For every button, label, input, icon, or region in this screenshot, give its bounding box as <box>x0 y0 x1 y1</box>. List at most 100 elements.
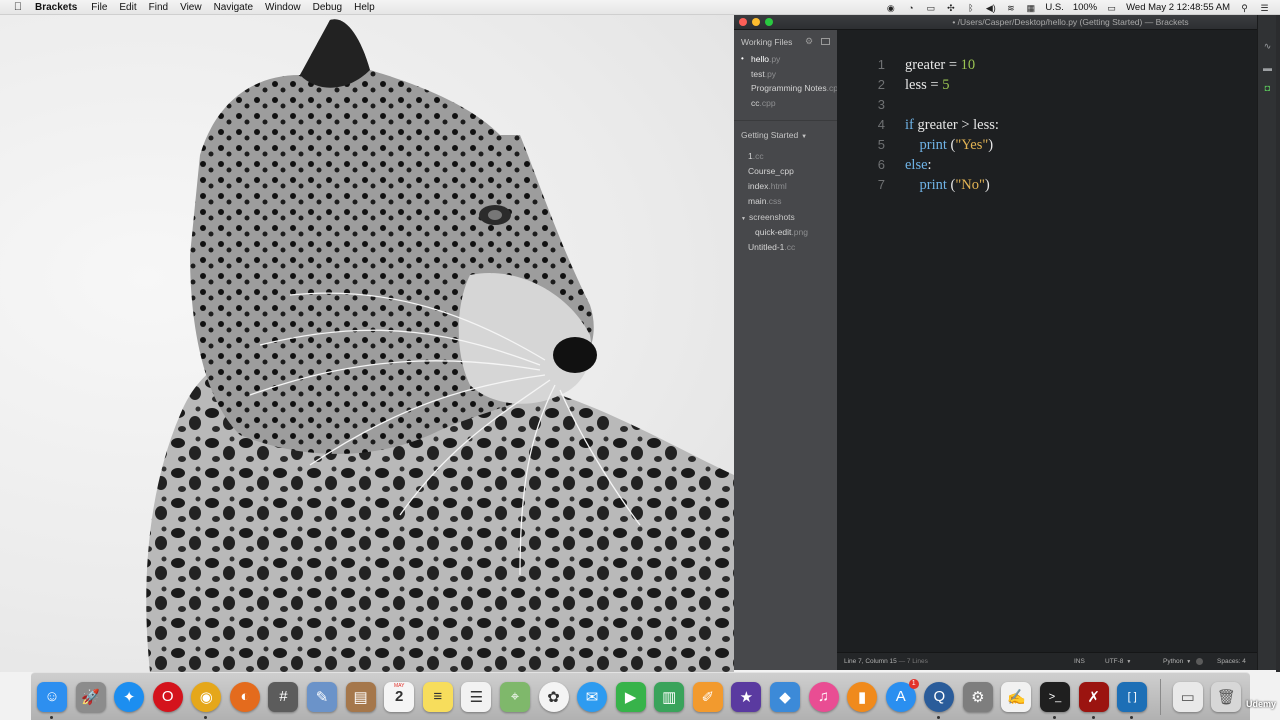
code-editor[interactable]: 1 greater = 10 2 less = 5 3 4 if greater > les… <box>837 30 1257 652</box>
working-file-item[interactable]: test.py <box>734 67 837 82</box>
tree-file-item[interactable]: quick-edit.png <box>734 225 837 240</box>
dock-messages-icon[interactable]: ✉ <box>577 681 608 712</box>
menu-debug[interactable]: Debug <box>313 2 342 13</box>
airplay-icon[interactable]: ▭ <box>925 3 936 13</box>
battery-icon[interactable]: ▭ <box>1106 3 1117 13</box>
menu-edit[interactable]: Edit <box>119 2 136 13</box>
title-bar[interactable]: • /Users/Casper/Desktop/hello.py (Gettin… <box>734 15 1257 30</box>
language-select[interactable]: Python ▼ <box>1163 658 1191 665</box>
insert-mode-toggle[interactable]: INS <box>1074 658 1085 665</box>
code-line[interactable]: 5 print ("Yes") <box>837 135 1257 155</box>
menu-navigate[interactable]: Navigate <box>214 2 253 13</box>
dock-brackets-icon[interactable]: [ ] <box>1117 681 1148 719</box>
right-toolbar: ∿ ▬ ◘ <box>1257 15 1276 670</box>
code-line[interactable]: 2 less = 5 <box>837 75 1257 95</box>
cursor-position[interactable]: Line 7, Column 15 — 7 Lines <box>844 658 928 665</box>
menu-help[interactable]: Help <box>354 2 375 13</box>
volume-icon[interactable]: ◀) <box>985 3 996 13</box>
gear-icon[interactable]: ⚙ <box>805 37 813 46</box>
dock-pages-icon[interactable]: ✐ <box>692 681 723 712</box>
live-preview-icon[interactable]: ∿ <box>1262 41 1273 51</box>
dock-textedit-icon[interactable]: ✍ <box>1001 681 1032 712</box>
code-line[interactable]: 6 else: <box>837 155 1257 175</box>
working-file-item[interactable]: hello.py <box>734 52 837 67</box>
dock-preview-icon[interactable]: ✎ <box>307 681 338 712</box>
tree-file-item[interactable]: main.css <box>734 194 837 209</box>
dock-finder-icon[interactable]: ☺ <box>37 681 67 719</box>
extension-manager-icon[interactable]: ▬ <box>1262 63 1273 73</box>
dock-notes-icon[interactable]: ≡ <box>422 681 453 712</box>
flag-icon[interactable]: ▦ <box>1025 3 1036 13</box>
dock-firefox-icon[interactable]: ◐ <box>229 681 260 712</box>
record-icon[interactable]: ◉ <box>885 3 896 13</box>
dock-chrome-icon[interactable]: ◉ <box>191 681 222 719</box>
dock-opera-icon[interactable]: O <box>152 681 183 712</box>
line-number[interactable]: 7 <box>837 175 885 195</box>
code-line[interactable]: 7 print ("No") <box>837 175 1257 195</box>
tree-folder-item[interactable]: ▼ screenshots <box>734 210 837 225</box>
dock-calculator-icon[interactable]: # <box>268 681 299 712</box>
menu-file[interactable]: File <box>91 2 107 13</box>
dock-system-preferences-icon[interactable]: ⚙ <box>962 681 993 712</box>
dock-downloads-stack-icon[interactable]: ▭ <box>1172 681 1203 712</box>
tree-file-item[interactable]: 1.cc <box>734 149 837 164</box>
line-number[interactable]: 2 <box>837 75 885 95</box>
menu-find[interactable]: Find <box>149 2 168 13</box>
menu-app-name[interactable]: Brackets <box>35 2 77 13</box>
dock-ibooks-icon[interactable]: ▮ <box>847 681 878 712</box>
wifi-icon[interactable]: ≋ <box>1005 3 1016 13</box>
encoding-select[interactable]: UTF-8 ▼ <box>1105 658 1131 665</box>
dock-launchpad-icon[interactable]: 🚀 <box>75 681 106 712</box>
line-number[interactable]: 3 <box>837 95 885 115</box>
indent-setting[interactable]: Spaces: 4 <box>1217 658 1246 665</box>
tree-file-item[interactable]: Course_cpp <box>734 164 837 179</box>
dock-trash-icon[interactable]: 🗑 <box>1211 681 1242 712</box>
split-view-icon[interactable] <box>821 38 830 45</box>
line-number[interactable]: 1 <box>837 55 885 75</box>
dock-facetime-icon[interactable]: ▶ <box>615 681 646 712</box>
dock-quicktime-icon[interactable]: Q <box>924 681 955 719</box>
timer-icon[interactable]: ◔ <box>905 3 916 13</box>
linter-status-icon[interactable] <box>1196 658 1203 665</box>
working-file-item[interactable]: cc.cpp <box>734 96 837 111</box>
dock-photos-icon[interactable]: ✿ <box>538 681 569 712</box>
menu-clock[interactable]: Wed May 2 12:48:55 AM <box>1126 2 1230 13</box>
input-source[interactable]: U.S. <box>1045 2 1063 13</box>
dock-calendar-icon[interactable]: 2 MAY <box>384 681 415 712</box>
dock-itunes-icon[interactable]: ♫ <box>808 681 839 712</box>
working-file-item[interactable]: Programming Notes.cp <box>734 81 837 96</box>
dock-app-store-icon[interactable]: A1 <box>885 678 919 712</box>
apple-icon[interactable]:  <box>11 1 25 13</box>
accessibility-icon[interactable]: ✣ <box>945 3 956 13</box>
dock-contacts-icon[interactable]: ▤ <box>345 681 376 712</box>
file-name: main <box>748 196 767 207</box>
bluetooth-icon[interactable]: ᛒ <box>965 3 976 13</box>
notification-center-icon[interactable]: ☰ <box>1259 3 1270 13</box>
menu-window[interactable]: Window <box>265 2 301 13</box>
window-title: • /Users/Casper/Desktop/hello.py (Gettin… <box>952 17 1189 27</box>
code-line[interactable]: 1 greater = 10 <box>837 55 1257 75</box>
line-number[interactable]: 4 <box>837 115 885 135</box>
dock-numbers-icon[interactable]: ▥ <box>654 681 685 712</box>
project-dropdown[interactable]: Getting Started ▼ <box>734 121 837 149</box>
dock-maps-icon[interactable]: ⌖ <box>499 681 530 712</box>
running-indicator <box>1053 715 1057 719</box>
git-icon[interactable]: ◘ <box>1262 83 1273 93</box>
spotlight-icon[interactable]: ⚲ <box>1239 3 1250 13</box>
dock-imovie-icon[interactable]: ★ <box>731 681 762 712</box>
battery-percent[interactable]: 100% <box>1073 2 1097 13</box>
tree-file-item[interactable]: index.html <box>734 179 837 194</box>
menu-view[interactable]: View <box>180 2 202 13</box>
code-line[interactable]: 3 <box>837 95 1257 115</box>
line-number[interactable]: 6 <box>837 155 885 175</box>
line-number[interactable]: 5 <box>837 135 885 155</box>
dock-safari-icon[interactable]: ✦ <box>114 681 145 712</box>
tree-file-item[interactable]: Untitled-1.cc <box>734 240 837 255</box>
dock-acrobat-icon[interactable]: ✗ <box>1078 681 1109 719</box>
dock-keynote-icon[interactable]: ◆ <box>769 681 800 712</box>
preview-glyph: ✎ <box>315 688 329 706</box>
dock-terminal-icon[interactable]: >_ <box>1040 681 1071 719</box>
dock-reminders-icon[interactable]: ☰ <box>461 681 492 712</box>
code-line[interactable]: 4 if greater > less: <box>837 115 1257 135</box>
pages-glyph: ✐ <box>701 688 715 706</box>
